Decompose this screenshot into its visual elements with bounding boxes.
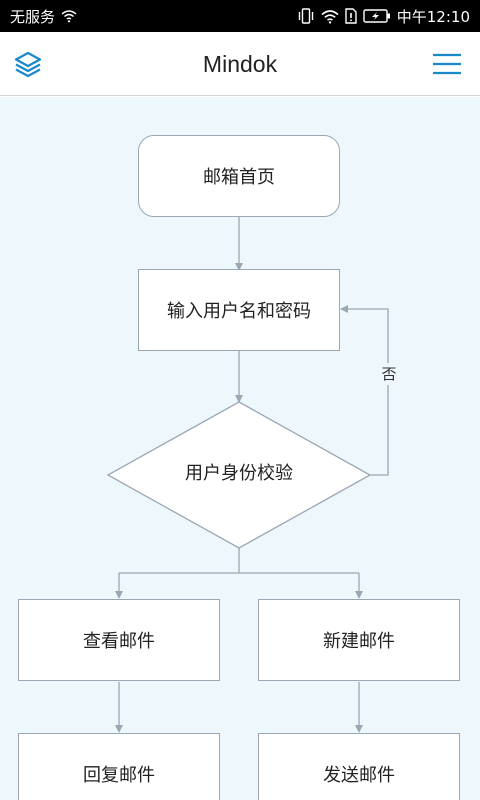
battery-charging-icon <box>363 9 391 23</box>
wifi-off-icon <box>61 9 77 23</box>
node-verify-identity-label: 用户身份校验 <box>185 463 293 484</box>
node-new-mail[interactable]: 新建邮件 <box>258 599 460 681</box>
app-title: Mindok <box>202 51 278 77</box>
node-inbox-home-label: 邮箱首页 <box>203 167 275 188</box>
node-view-mail-label: 查看邮件 <box>83 631 155 652</box>
node-enter-credentials[interactable]: 输入用户名和密码 <box>138 269 340 351</box>
node-new-mail-label: 新建邮件 <box>323 631 395 652</box>
node-inbox-home[interactable]: 邮箱首页 <box>138 135 340 217</box>
menu-button[interactable] <box>433 52 461 76</box>
node-send-mail[interactable]: 发送邮件 <box>258 733 460 800</box>
vibrate-icon <box>297 8 315 24</box>
menu-icon <box>433 53 461 75</box>
flowchart-canvas[interactable]: 邮箱首页 输入用户名和密码 用户身份校验 否 查看邮件 新建邮件 回复邮件 发送… <box>0 97 480 800</box>
status-right: 中午12:10 <box>297 6 470 27</box>
node-reply-mail-label: 回复邮件 <box>83 765 155 786</box>
sim-alert-icon <box>345 8 357 24</box>
status-left: 无服务 <box>10 6 77 27</box>
status-bar: 无服务 中午12:10 <box>0 0 480 32</box>
node-enter-credentials-label: 输入用户名和密码 <box>167 301 311 322</box>
clock-text: 中午12:10 <box>396 7 470 26</box>
node-view-mail[interactable]: 查看邮件 <box>18 599 220 681</box>
edge-label-no: 否 <box>374 363 404 385</box>
app-bar: Mindok <box>0 32 480 96</box>
edge-verify-no-loop <box>340 305 389 476</box>
carrier-text: 无服务 <box>10 7 56 26</box>
node-reply-mail[interactable]: 回复邮件 <box>18 733 220 800</box>
wifi-icon <box>321 9 339 24</box>
node-verify-identity[interactable]: 用户身份校验 <box>108 452 370 492</box>
node-send-mail-label: 发送邮件 <box>323 765 395 786</box>
